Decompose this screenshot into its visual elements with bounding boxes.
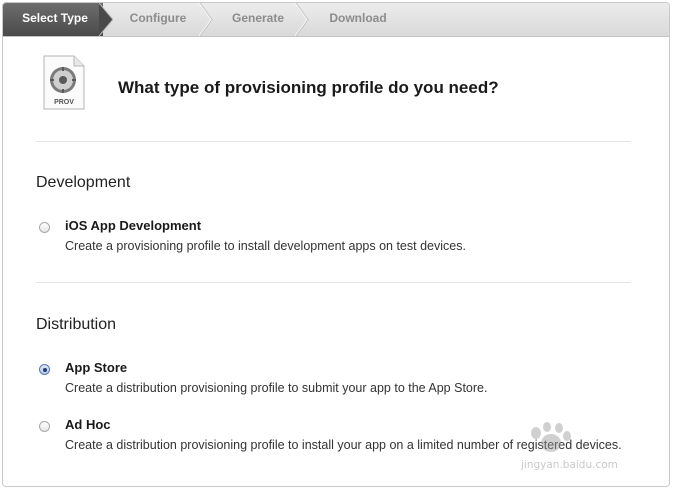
step-download[interactable]: Download — [308, 3, 408, 36]
radio-selected-dot — [42, 367, 47, 372]
divider — [36, 141, 631, 142]
divider — [36, 282, 631, 283]
section-title-development: Development — [36, 174, 131, 191]
page-title: What type of provisioning profile do you… — [118, 78, 499, 97]
provisioning-profile-icon: PROV — [41, 54, 87, 112]
radio-app-store[interactable] — [39, 364, 50, 375]
baidu-paw-icon — [531, 422, 571, 452]
watermark-text: jingyan.baidu.com — [521, 459, 618, 471]
chevron-right-icon — [199, 3, 213, 36]
step-select-type[interactable]: Select Type — [3, 3, 103, 36]
option-label[interactable]: Ad Hoc — [65, 417, 111, 432]
step-configure[interactable]: Configure — [113, 3, 203, 36]
prov-icon-label: PROV — [54, 99, 74, 106]
option-label[interactable]: App Store — [65, 360, 127, 375]
option-description: Create a provisioning profile to install… — [65, 239, 466, 253]
radio-ios-app-development[interactable] — [39, 222, 50, 233]
option-label[interactable]: iOS App Development — [65, 218, 201, 233]
section-title-distribution: Distribution — [36, 316, 117, 333]
watermark: jingyan.baidu.com — [521, 421, 651, 477]
provisioning-wizard: Select Type Configure Generate Download … — [2, 2, 670, 487]
chevron-right-icon — [295, 3, 309, 36]
step-bar: Select Type Configure Generate Download — [3, 3, 669, 37]
chevron-right-icon — [99, 3, 113, 36]
option-description: Create a distribution provisioning profi… — [65, 381, 488, 395]
radio-ad-hoc[interactable] — [39, 421, 50, 432]
step-generate[interactable]: Generate — [213, 3, 303, 36]
